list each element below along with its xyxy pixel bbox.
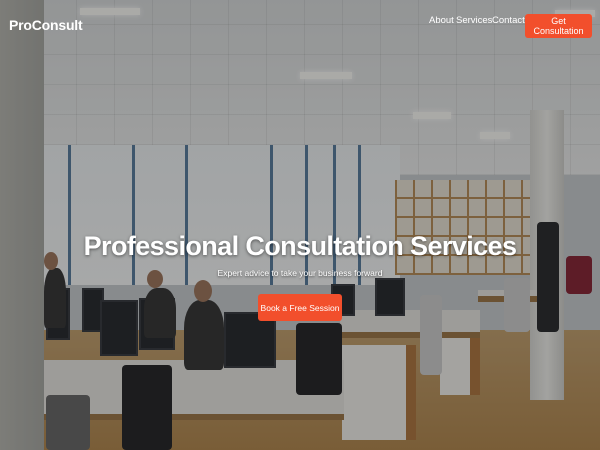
top-navbar: ProConsult About Services Contact Get Co… [0,0,600,48]
get-consultation-button[interactable]: Get Consultation [525,14,592,38]
nav-link-about[interactable]: About [429,15,454,26]
hero-subtitle: Expert advice to take your business forw… [217,268,383,278]
nav-link-contact[interactable]: Contact [492,15,525,26]
hero-title: Professional Consultation Services [83,231,517,261]
nav-link-services[interactable]: Services [456,15,492,26]
hero-section: Professional Consultation Services Exper… [0,0,600,450]
brand-logo[interactable]: ProConsult [9,17,83,33]
book-free-session-button[interactable]: Book a Free Session [258,294,342,321]
